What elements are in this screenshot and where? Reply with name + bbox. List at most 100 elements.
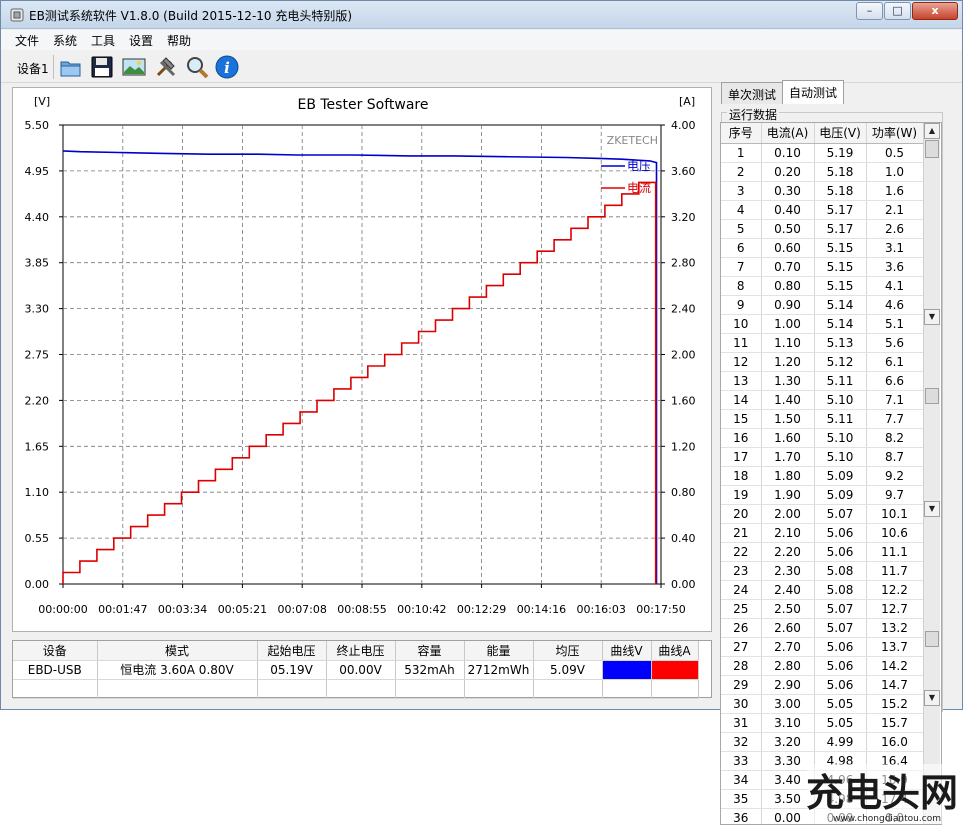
x-tick-label: 00:12:29 — [457, 603, 506, 616]
table-row[interactable]: 3 0.30 5.18 1.6 — [721, 181, 924, 201]
save-button[interactable] — [89, 54, 115, 80]
info-button[interactable]: i — [214, 54, 240, 80]
table-row[interactable]: 25 2.50 5.07 12.7 — [721, 599, 924, 619]
x-tick-label: 00:14:16 — [517, 603, 566, 616]
empty-cell — [395, 679, 465, 699]
minimize-button[interactable]: – — [856, 2, 883, 20]
row-current-cell: 2.00 — [761, 504, 815, 524]
device-label[interactable]: 设备1 — [17, 60, 49, 77]
scroll-down-arrow-icon[interactable]: ▼ — [924, 690, 940, 706]
y-right-tick-label: 2.00 — [671, 349, 696, 362]
curve-a-color-swatch[interactable] — [651, 660, 699, 680]
scrollbar-middle[interactable]: ▼ ▼ — [923, 326, 940, 706]
row-index-cell: 23 — [721, 561, 762, 581]
scroll-down-arrow-icon[interactable]: ▼ — [924, 309, 940, 325]
picture-button[interactable] — [121, 54, 147, 80]
scroll-thumb[interactable] — [925, 388, 939, 404]
table-row[interactable]: 26 2.60 5.07 13.2 — [721, 618, 924, 638]
table-row[interactable]: 21 2.10 5.06 10.6 — [721, 523, 924, 543]
table-row[interactable]: 9 0.90 5.14 4.6 — [721, 295, 924, 315]
table-row[interactable]: 16 1.60 5.10 8.2 — [721, 428, 924, 448]
row-current-cell: 2.20 — [761, 542, 815, 562]
empty-cell — [257, 679, 327, 699]
info-data-row[interactable]: EBD-USB 恒电流 3.60A 0.80V 05.19V 00.00V 53… — [13, 660, 699, 680]
title-bar[interactable]: EB测试系统软件 V1.8.0 (Build 2015-12-10 充电头特别版… — [1, 1, 962, 29]
row-current-cell: 2.50 — [761, 599, 815, 619]
info-panel: 设备 模式 起始电压 终止电压 容量 能量 均压 曲线V 曲线A EBD-USB… — [12, 640, 712, 699]
row-index-cell: 27 — [721, 637, 762, 657]
row-current-cell: 3.20 — [761, 732, 815, 752]
table-row[interactable]: 30 3.00 5.05 15.2 — [721, 694, 924, 714]
open-folder-button[interactable] — [58, 54, 84, 80]
table-row[interactable]: 19 1.90 5.09 9.7 — [721, 485, 924, 505]
table-row[interactable]: 27 2.70 5.06 13.7 — [721, 637, 924, 657]
row-power-cell: 4.6 — [866, 295, 924, 315]
table-row[interactable]: 29 2.90 5.06 14.7 — [721, 675, 924, 695]
watermark-text: 充电头网 — [807, 771, 957, 815]
row-power-cell: 0.5 — [866, 143, 924, 163]
curve-v-color-swatch[interactable] — [602, 660, 652, 680]
tools-button[interactable] — [153, 54, 179, 80]
table-row[interactable]: 7 0.70 5.15 3.6 — [721, 257, 924, 277]
info-header-cell: 均压 — [533, 641, 603, 661]
table-row[interactable]: 31 3.10 5.05 15.7 — [721, 713, 924, 733]
table-row[interactable]: 13 1.30 5.11 6.6 — [721, 371, 924, 391]
scroll-down-arrow-icon[interactable]: ▼ — [924, 501, 940, 517]
menu-tools[interactable]: 工具 — [91, 32, 115, 49]
menu-help[interactable]: 帮助 — [167, 32, 191, 49]
menu-settings[interactable]: 设置 — [129, 32, 153, 49]
row-current-cell: 2.10 — [761, 523, 815, 543]
legend-current-label: 电流 — [627, 181, 651, 195]
table-row[interactable]: 22 2.20 5.06 11.1 — [721, 542, 924, 562]
table-row[interactable]: 10 1.00 5.14 5.1 — [721, 314, 924, 334]
row-index-cell: 8 — [721, 276, 762, 296]
table-row[interactable]: 18 1.80 5.09 9.2 — [721, 466, 924, 486]
table-row[interactable]: 24 2.40 5.08 12.2 — [721, 580, 924, 600]
table-row[interactable]: 23 2.30 5.08 11.7 — [721, 561, 924, 581]
table-row[interactable]: 32 3.20 4.99 16.0 — [721, 732, 924, 752]
maximize-button[interactable]: □ — [884, 2, 911, 20]
scroll-up-arrow-icon[interactable]: ▲ — [924, 123, 940, 139]
table-row[interactable]: 15 1.50 5.11 7.7 — [721, 409, 924, 429]
row-power-cell: 6.6 — [866, 371, 924, 391]
menu-system[interactable]: 系统 — [53, 32, 77, 49]
row-current-cell: 1.30 — [761, 371, 815, 391]
empty-cell — [602, 679, 652, 699]
menu-file[interactable]: 文件 — [15, 32, 39, 49]
table-row[interactable]: 17 1.70 5.10 8.7 — [721, 447, 924, 467]
column-header-voltage[interactable]: 电压(V) — [814, 123, 867, 144]
table-row[interactable]: 5 0.50 5.17 2.6 — [721, 219, 924, 239]
row-voltage-cell: 5.14 — [814, 295, 867, 315]
tab-single-test[interactable]: 单次测试 — [721, 82, 784, 104]
table-row[interactable]: 1 0.10 5.19 0.5 — [721, 143, 924, 163]
row-current-cell: 1.10 — [761, 333, 815, 353]
table-row[interactable]: 28 2.80 5.06 14.2 — [721, 656, 924, 676]
column-header-power[interactable]: 功率(W) — [866, 123, 924, 144]
scroll-thumb[interactable] — [925, 140, 939, 158]
scrollbar-upper[interactable]: ▲ ▼ — [923, 123, 940, 326]
search-button[interactable] — [184, 54, 210, 80]
table-row[interactable]: 6 0.60 5.15 3.1 — [721, 238, 924, 258]
tab-auto-test[interactable]: 自动测试 — [782, 80, 845, 104]
row-voltage-cell: 5.06 — [814, 523, 867, 543]
row-power-cell: 10.1 — [866, 504, 924, 524]
row-power-cell: 11.7 — [866, 561, 924, 581]
scroll-thumb[interactable] — [925, 631, 939, 647]
row-index-cell: 15 — [721, 409, 762, 429]
table-row[interactable]: 8 0.80 5.15 4.1 — [721, 276, 924, 296]
column-header-current[interactable]: 电流(A) — [761, 123, 815, 144]
table-row[interactable]: 14 1.40 5.10 7.1 — [721, 390, 924, 410]
device-cell: EBD-USB — [13, 660, 98, 680]
run-data-body: 1 0.10 5.19 0.5 2 0.20 5.18 1.0 3 0.30 5.18 1.6 4 0.4… — [721, 143, 924, 824]
close-button[interactable]: x — [912, 2, 958, 20]
info-table: 设备 模式 起始电压 终止电压 容量 能量 均压 曲线V 曲线A EBD-USB… — [13, 641, 699, 699]
table-row[interactable]: 11 1.10 5.13 5.6 — [721, 333, 924, 353]
row-voltage-cell: 5.06 — [814, 675, 867, 695]
table-row[interactable]: 2 0.20 5.18 1.0 — [721, 162, 924, 182]
table-row[interactable]: 12 1.20 5.12 6.1 — [721, 352, 924, 372]
run-data-table: 序号 电流(A) 电压(V) 功率(W) 1 0.10 5.19 0.5 2 0.20 5.… — [721, 123, 924, 824]
table-row[interactable]: 4 0.40 5.17 2.1 — [721, 200, 924, 220]
column-header-index[interactable]: 序号 — [721, 123, 762, 144]
table-row[interactable]: 20 2.00 5.07 10.1 — [721, 504, 924, 524]
row-power-cell: 3.1 — [866, 238, 924, 258]
